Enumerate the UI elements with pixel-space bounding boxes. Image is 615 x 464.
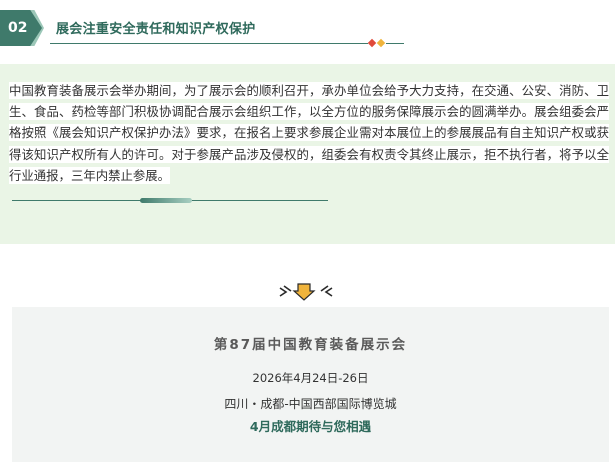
expo-slogan: 4月成都期待与您相遇 (249, 419, 372, 434)
expo-venue: 四川・成都-中国西部国际博览城 (224, 397, 397, 411)
section-title: 展会注重安全责任和知识产权保护 (56, 22, 256, 37)
expo-date: 2026年4月24日-26日 (252, 371, 369, 385)
section-number-badge: 02 (0, 10, 42, 46)
down-arrow-ornament (276, 282, 336, 302)
content-divider-accent (140, 198, 192, 203)
expo-title: 第87届中国教育装备展示会 (213, 337, 408, 353)
content-box: 中国教育装备展示会举办期间，为了展示会的顺利召开，承办单位会给予大力支持，在交通… (0, 64, 615, 244)
header-divider-tail (386, 43, 404, 44)
expo-info-card: 第87届中国教育装备展示会 2026年4月24日-26日 四川・成都-中国西部国… (12, 307, 609, 462)
header-divider (50, 43, 368, 44)
section-header: 02 展会注重安全责任和知识产权保护 (0, 10, 615, 50)
red-diamond-icon (367, 38, 377, 48)
yellow-diamond-icon (376, 38, 386, 48)
body-paragraph-text: 中国教育装备展示会举办期间，为了展示会的顺利召开，承办单位会给予大力支持，在交通… (9, 82, 609, 184)
down-arrow-icon (279, 283, 333, 301)
body-paragraph: 中国教育装备展示会举办期间，为了展示会的顺利召开，承办单位会给予大力支持，在交通… (9, 80, 609, 186)
